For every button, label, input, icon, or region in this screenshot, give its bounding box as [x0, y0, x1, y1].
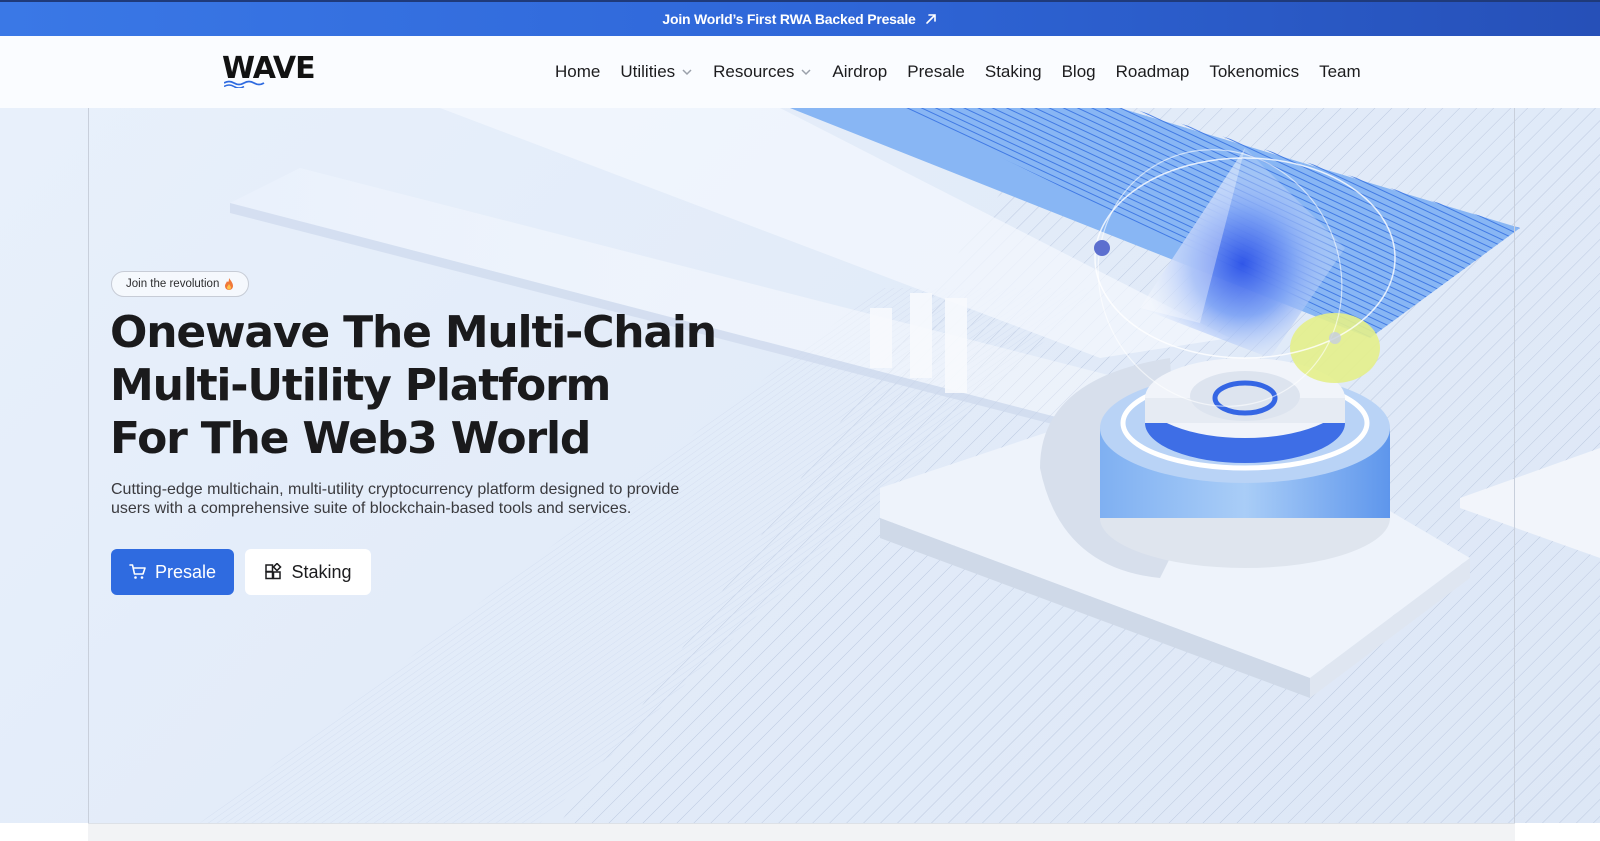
hero-subtitle: Cutting-edge multichain, multi-utility c…: [111, 480, 751, 518]
announcement-text[interactable]: Join World’s First RWA Backed Presale: [662, 11, 915, 27]
hero-badge-label: Join the revolution: [126, 278, 220, 290]
nav-staking-label: Staking: [984, 62, 1042, 81]
next-section-panel: [88, 823, 1515, 841]
flame-icon: [225, 278, 234, 290]
nav-tokenomics[interactable]: Tokenomics: [1199, 62, 1309, 82]
grid-icon: [265, 563, 283, 580]
presale-button-label: Presale: [154, 561, 217, 582]
nav-resources[interactable]: Resources: [703, 62, 822, 82]
hero-title-line: Multi-Utility Platform: [110, 360, 611, 411]
wave-icon: [224, 80, 265, 88]
nav-roadmap[interactable]: Roadmap: [1106, 62, 1200, 82]
nav-presale[interactable]: Presale: [897, 62, 975, 82]
nav-utilities-label: Utilities: [620, 62, 676, 81]
nav-home-label: Home: [555, 62, 601, 81]
main-nav: Home Utilities Resources Airdrop Presale…: [545, 36, 1371, 108]
hero-title-line: Onewave The Multi-Chain: [110, 307, 717, 358]
nav-roadmap-label: Roadmap: [1115, 62, 1190, 81]
chevron-down-icon: [682, 69, 692, 76]
hero-illustration: [200, 108, 1600, 823]
nav-airdrop[interactable]: Airdrop: [822, 62, 897, 82]
staking-button-label: Staking: [291, 561, 352, 582]
nav-airdrop-label: Airdrop: [832, 62, 888, 81]
nav-home[interactable]: Home: [545, 62, 610, 82]
chevron-down-icon: [801, 69, 811, 76]
hero-title: Onewave The Multi-Chain Multi-Utility Pl…: [110, 306, 810, 465]
nav-team-label: Team: [1319, 62, 1361, 81]
frame-line-right: [1514, 108, 1515, 823]
nav-blog-label: Blog: [1061, 62, 1096, 81]
site-header: WAVE Home Utilities Resources Airdrop Pr…: [0, 36, 1600, 108]
hero-title-line: For The Web3 World: [110, 413, 591, 464]
hero-section: Join the revolution Onewave The Multi-Ch…: [0, 108, 1600, 823]
nav-presale-label: Presale: [907, 62, 965, 81]
nav-blog[interactable]: Blog: [1052, 62, 1106, 82]
staking-button[interactable]: Staking: [245, 549, 371, 595]
nav-tokenomics-label: Tokenomics: [1209, 62, 1300, 81]
cart-icon: [129, 564, 146, 579]
hero-subtitle-line: Cutting-edge multichain, multi-utility c…: [111, 481, 680, 498]
nav-team[interactable]: Team: [1309, 62, 1371, 82]
next-section-edge: [0, 823, 1600, 841]
nav-staking[interactable]: Staking: [975, 62, 1052, 82]
nav-utilities[interactable]: Utilities: [610, 62, 703, 82]
frame-line-left: [88, 108, 89, 823]
announcement-bar[interactable]: Join World’s First RWA Backed Presale: [0, 0, 1600, 36]
nav-resources-label: Resources: [713, 62, 795, 81]
presale-button[interactable]: Presale: [111, 549, 234, 595]
arrow-up-right-icon: [925, 14, 936, 24]
hero-subtitle-line: users with a comprehensive suite of bloc…: [111, 500, 632, 517]
wave-logo[interactable]: WAVE: [222, 54, 342, 94]
hero-badge: Join the revolution: [111, 271, 250, 297]
